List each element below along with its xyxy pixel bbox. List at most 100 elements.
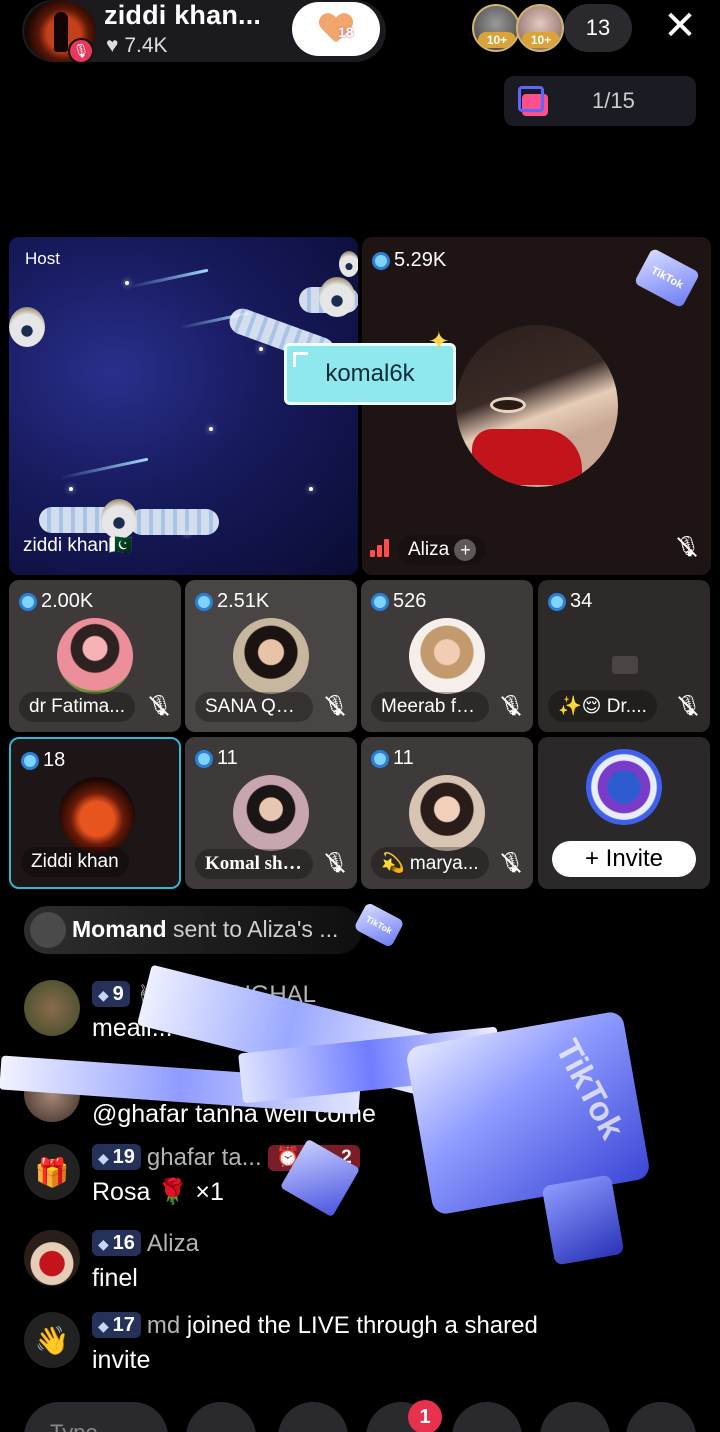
guest-avatar	[409, 775, 485, 851]
invite-avatar	[586, 749, 662, 825]
guest-coins-value: 2.00K	[41, 590, 94, 612]
camera-off-button[interactable]	[186, 1402, 256, 1432]
guest-tile[interactable]: 2.00K dr Fatima... 🎙	[9, 580, 181, 732]
chat-text: Rosa 🌹 ×1	[92, 1178, 224, 1206]
guest-tile[interactable]: 526 Meerab fa... 🎙	[361, 580, 533, 732]
gift-notification-banner[interactable]: Momand sent to Aliza's ...	[24, 906, 362, 954]
level-badge: 16	[92, 1230, 141, 1256]
top-viewer-avatar[interactable]: 10+	[472, 4, 520, 52]
gift-button[interactable]	[540, 1402, 610, 1432]
guest-avatar	[456, 325, 618, 487]
comment-input[interactable]: Type...	[24, 1402, 168, 1432]
mic-button[interactable]	[278, 1402, 348, 1432]
coin-icon	[548, 592, 566, 611]
guest-tile[interactable]: 11 Komal she... 🎙	[185, 737, 357, 889]
chat-text-inline: joined the LIVE through a shared	[186, 1312, 538, 1339]
guest-coins-value: 5.29K	[394, 249, 447, 271]
guest-name: SANA Que...	[195, 692, 313, 722]
coin-icon	[21, 751, 39, 770]
guest-coins: 11	[371, 747, 414, 770]
coin-icon	[195, 592, 213, 611]
sender-avatar	[30, 912, 66, 948]
guest-coins: 34	[548, 590, 592, 613]
chat-username: Aliza	[146, 1230, 199, 1257]
guest-name: 💫 marya...	[371, 847, 489, 879]
mic-off-icon: 🎙	[68, 38, 94, 64]
guest-coins: 526	[371, 590, 426, 613]
sparkle-icon: ✦	[428, 326, 450, 356]
chat-text: finel	[92, 1264, 138, 1292]
guest-coins-value: 18	[43, 749, 66, 771]
plus-icon[interactable]: +	[454, 538, 477, 561]
guest-name: Ziddi khan	[21, 847, 129, 877]
level-badge: 9	[92, 981, 130, 1007]
top-viewer-avatar[interactable]: 10+	[516, 4, 564, 52]
host-likes-count: 7.4K	[124, 34, 168, 57]
guest-avatar	[233, 618, 309, 694]
gift-goal-counter[interactable]: 1/15	[504, 76, 696, 126]
host-name: ziddi khan...	[104, 0, 262, 30]
guest-tile-self[interactable]: 18 Ziddi khan	[9, 737, 181, 889]
follow-count: 18	[338, 24, 354, 40]
tiktok-gift-icon: TikTok	[353, 901, 405, 949]
host-tag: Host	[25, 249, 60, 268]
gift-goal-progress: 1/15	[592, 88, 635, 113]
guest-avatar	[57, 618, 133, 694]
guest-name: Komal she...	[195, 849, 313, 879]
viewer-rank-badge: 10+	[478, 32, 516, 48]
gift-box-icon: 🎁	[24, 1144, 80, 1200]
gift-sender: Momand	[72, 916, 167, 942]
guest-avatar	[59, 777, 135, 853]
viewer-rank-badge: 10+	[522, 32, 560, 48]
level-badge: 19	[92, 1144, 141, 1170]
guest-coins: 11	[195, 747, 238, 770]
chat-username: md	[146, 1312, 181, 1339]
guest-tile[interactable]: 11 💫 marya... 🎙	[361, 737, 533, 889]
chat-text: invite	[92, 1346, 151, 1374]
host-video-tile[interactable]: Host ziddi khan🇵🇰	[9, 237, 358, 575]
rose-gift-button[interactable]	[452, 1402, 522, 1432]
guest-coins: 5.29K	[372, 249, 446, 272]
chat-avatar	[24, 980, 80, 1036]
level-badge: 17	[92, 1312, 141, 1338]
viewer-count[interactable]: 13	[564, 4, 632, 52]
guest-coins-value: 526	[393, 590, 427, 612]
mic-muted-icon: 🎙	[499, 852, 525, 874]
invite-button[interactable]: + Invite	[552, 841, 696, 877]
guest-coins-value: 11	[217, 747, 238, 769]
heart-icon: ♥	[106, 34, 125, 57]
guest-coins-value: 34	[570, 590, 593, 612]
guest-name-chip[interactable]: Aliza +	[398, 534, 487, 565]
guest-coins-value: 2.51K	[217, 590, 270, 612]
notification-badge: 1	[408, 1400, 442, 1432]
signal-strength-icon	[370, 539, 392, 557]
mic-muted-icon: 🎙	[499, 695, 525, 717]
guest-coins: 2.51K	[195, 590, 269, 613]
mic-muted-icon: 🎙	[676, 695, 702, 717]
guest-tile[interactable]: 2.51K SANA Que... 🎙	[185, 580, 357, 732]
chat-avatar	[24, 1230, 80, 1286]
follow-button[interactable]: 18	[292, 2, 380, 56]
coin-icon	[19, 592, 37, 611]
mic-muted-icon: 🎙	[323, 852, 349, 874]
gift-text: sent to Aliza's ...	[172, 916, 339, 942]
guest-name: ✨😌 Dr....	[548, 690, 657, 722]
coin-icon	[195, 749, 213, 768]
invite-tile[interactable]: + Invite	[538, 737, 710, 889]
share-button[interactable]	[626, 1402, 696, 1432]
guest-coins: 18	[21, 749, 65, 772]
guest-name: Aliza	[408, 539, 450, 560]
gift-box-icon	[518, 86, 552, 118]
guest-avatar	[233, 775, 309, 851]
money-gun-grip	[541, 1174, 625, 1266]
coin-icon	[371, 749, 389, 768]
close-icon[interactable]: ✕	[660, 6, 700, 46]
host-likes: ♥ 7.4K	[106, 34, 168, 58]
guest-name: Meerab fa...	[371, 692, 489, 722]
mic-muted-icon: 🎙	[323, 695, 349, 717]
mic-muted-icon: 🎙	[675, 536, 701, 558]
coin-icon	[371, 592, 389, 611]
mic-muted-icon: 🎙	[147, 695, 173, 717]
guest-tile[interactable]: 34 ✨😌 Dr.... 🎙	[538, 580, 710, 732]
waving-hand-icon: 👋	[24, 1312, 80, 1368]
